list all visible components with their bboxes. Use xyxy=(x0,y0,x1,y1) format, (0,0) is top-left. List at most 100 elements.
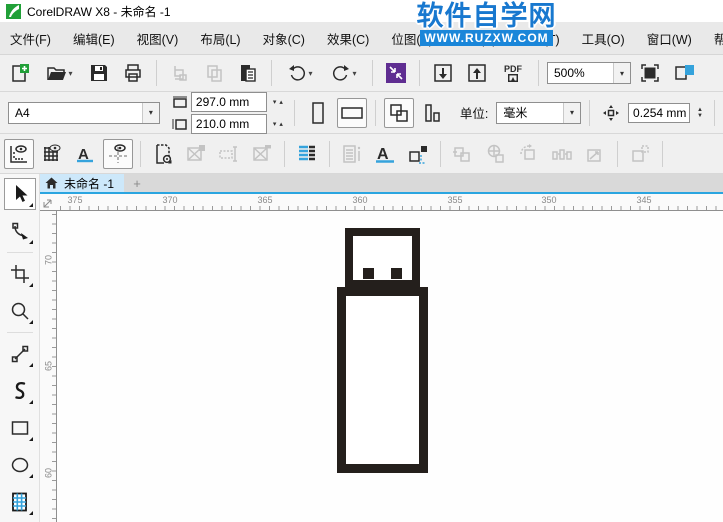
undo-button[interactable]: ▾ xyxy=(280,58,320,88)
redo-button[interactable]: ▾ xyxy=(324,58,364,88)
vertical-ruler[interactable]: 70 65 60 xyxy=(40,211,57,522)
nudge-offset-field[interactable]: 0.254 mm xyxy=(628,102,691,123)
flyout-indicator xyxy=(28,363,33,367)
ellipse-tool[interactable] xyxy=(4,449,36,481)
page-height-spinner[interactable]: ▾ ▴ xyxy=(270,120,286,128)
rectangle-tool[interactable] xyxy=(4,412,36,444)
toolbar-divider xyxy=(440,140,441,167)
table-tool[interactable] xyxy=(4,486,36,518)
menu-view[interactable]: 视图(V) xyxy=(137,29,179,48)
usb-drawing-pin-right[interactable] xyxy=(391,268,402,279)
show-rulers-toggle-button[interactable] xyxy=(669,58,699,88)
vruler-label: 65 xyxy=(43,361,54,372)
page-width-field[interactable]: 297.0 mm xyxy=(190,91,267,112)
open-button[interactable]: ▾ xyxy=(38,58,80,88)
baseline-grid-toggle[interactable]: A xyxy=(70,139,100,169)
page-height-field[interactable]: 210.0 mm xyxy=(190,113,267,134)
align-icon-disabled xyxy=(453,146,470,162)
artistic-media-tool[interactable] xyxy=(4,375,36,407)
import-icon xyxy=(434,64,452,82)
usb-drawing-pin-left[interactable] xyxy=(363,268,374,279)
toolbar-divider xyxy=(156,60,157,86)
usb-drawing-body[interactable] xyxy=(337,287,428,473)
nudge-offset-spinner[interactable]: ▲ ▼ xyxy=(694,107,706,119)
order-objects-button xyxy=(625,139,655,169)
publish-to-pdf-button[interactable]: PDF xyxy=(496,58,530,88)
pick-tool[interactable] xyxy=(3,178,36,210)
ruler-origin[interactable] xyxy=(40,194,57,211)
show-rulers-toggle[interactable] xyxy=(4,138,34,169)
show-grid-toggle[interactable] xyxy=(37,139,67,169)
print-button[interactable] xyxy=(118,58,148,88)
toolbox xyxy=(0,174,40,522)
usb-drawing-connector[interactable] xyxy=(345,228,420,288)
landscape-button[interactable] xyxy=(336,97,367,128)
menu-object[interactable]: 对象(C) xyxy=(263,29,305,48)
menu-text[interactable]: 文本(X) xyxy=(455,29,497,48)
menu-edit[interactable]: 编辑(E) xyxy=(73,29,115,48)
guidelines-toggle[interactable] xyxy=(103,138,133,169)
page-dimensions-group: 297.0 mm ▾ ▴ 210.0 mm ▾ ▴ xyxy=(172,91,286,134)
open-dropdown-caret[interactable]: ▾ xyxy=(68,69,72,78)
crop-tool[interactable] xyxy=(4,258,36,290)
zoom-tool[interactable] xyxy=(4,295,36,327)
scale-icon-disabled xyxy=(587,148,601,162)
text-flow-button[interactable] xyxy=(292,139,322,169)
current-page-button[interactable] xyxy=(418,98,448,128)
menu-table[interactable]: 表格(T) xyxy=(519,29,560,48)
undo-dropdown-caret[interactable]: ▾ xyxy=(308,69,312,78)
remove-placeholder-button xyxy=(247,139,277,169)
page-size-preset-combobox[interactable]: A4 ▾ xyxy=(8,101,160,124)
paste-button[interactable] xyxy=(233,58,263,88)
text-cursor-icon-disabled xyxy=(219,145,237,162)
menu-window[interactable]: 窗口(W) xyxy=(647,29,692,48)
vruler-label: 70 xyxy=(43,255,54,266)
toolbar-divider xyxy=(271,60,272,86)
welcome-screen-button[interactable] xyxy=(381,58,411,88)
flyout-indicator xyxy=(28,400,33,404)
menu-file[interactable]: 文件(F) xyxy=(10,29,51,48)
all-pages-button[interactable] xyxy=(383,97,414,128)
menu-effects[interactable]: 效果(C) xyxy=(327,29,369,48)
units-value[interactable]: 毫米 xyxy=(497,103,563,123)
menu-tools[interactable]: 工具(O) xyxy=(582,29,625,48)
text-properties-button[interactable]: A xyxy=(370,139,400,169)
menu-layout[interactable]: 布局(L) xyxy=(200,29,240,48)
freehand-tool[interactable] xyxy=(4,338,36,370)
document-tab-untitled[interactable]: 未命名 -1 xyxy=(62,174,125,192)
cut-icon-disabled xyxy=(174,66,187,81)
hruler-label: 345 xyxy=(636,195,652,205)
object-outline-button[interactable] xyxy=(403,139,433,169)
full-screen-preview-button[interactable] xyxy=(635,58,665,88)
portrait-button[interactable] xyxy=(303,98,333,128)
redo-dropdown-caret[interactable]: ▾ xyxy=(352,69,356,78)
hruler-label: 355 xyxy=(447,195,463,205)
page-settings-button[interactable] xyxy=(148,139,178,169)
zoom-dropdown-caret[interactable]: ▾ xyxy=(613,63,630,83)
preset-dropdown-caret[interactable]: ▾ xyxy=(141,102,159,123)
units-dropdown-caret[interactable]: ▾ xyxy=(563,102,581,123)
import-button[interactable] xyxy=(428,58,458,88)
freehand-tool-icon xyxy=(11,345,28,363)
distribute-icon-disabled xyxy=(552,148,572,160)
current-page-icon xyxy=(425,103,440,122)
shape-tool[interactable] xyxy=(4,215,36,247)
copy-button xyxy=(199,58,229,88)
menu-bitmaps[interactable]: 位图(B) xyxy=(391,29,433,48)
save-button[interactable] xyxy=(84,58,114,88)
horizontal-ruler[interactable]: 375 370 365 360 355 350 345 xyxy=(57,194,723,211)
menu-help[interactable]: 帮助(H) xyxy=(714,29,723,48)
export-button[interactable] xyxy=(462,58,492,88)
page-size-preset-value[interactable]: A4 xyxy=(9,103,142,123)
zoom-levels-combobox[interactable]: 500% ▾ xyxy=(547,62,631,84)
units-combobox[interactable]: 毫米 ▾ xyxy=(496,101,582,124)
order-icon-disabled xyxy=(632,144,649,162)
drawing-canvas[interactable] xyxy=(57,211,723,522)
zoom-level-value[interactable]: 500% xyxy=(548,63,613,83)
page-width-spinner[interactable]: ▾ ▴ xyxy=(270,98,286,106)
new-document-button[interactable] xyxy=(4,58,34,88)
home-tab-button[interactable] xyxy=(40,174,62,192)
new-tab-button[interactable]: + xyxy=(124,174,150,192)
text-placeholder-button xyxy=(214,139,244,169)
baseline-text-icon: A xyxy=(77,146,93,163)
